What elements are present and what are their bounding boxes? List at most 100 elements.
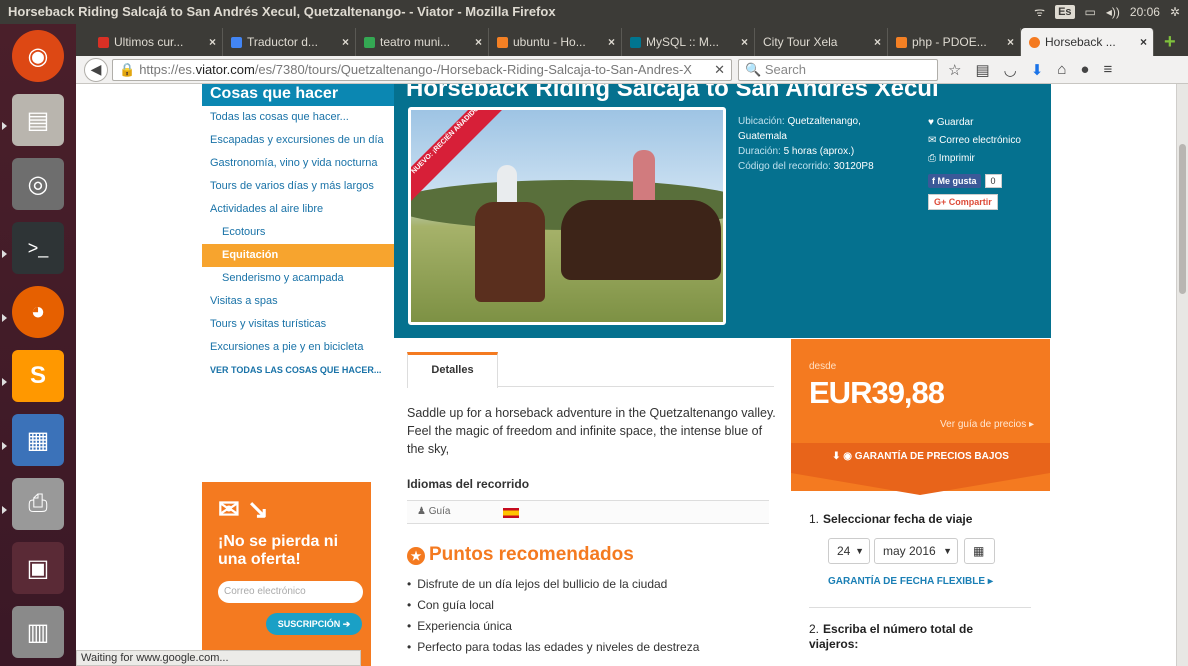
tab-traductor[interactable]: Traductor d... × bbox=[223, 28, 356, 56]
tab-teatro[interactable]: teatro muni... × bbox=[356, 28, 489, 56]
battery-icon[interactable]: ▭ bbox=[1085, 0, 1096, 24]
tour-photo[interactable]: NUEVO: ¡RECIÉN AÑADIDO! bbox=[408, 107, 726, 325]
pocket-icon[interactable]: ◡ bbox=[1004, 61, 1017, 79]
close-icon[interactable]: × bbox=[874, 28, 881, 56]
highlight-item: Con guía local bbox=[407, 595, 699, 616]
volume-icon[interactable]: ◂)) bbox=[1106, 0, 1120, 24]
navigation-bar: ◀ 🔒 https://es.viator.com/es/7380/tours/Q… bbox=[76, 56, 1188, 84]
save-link[interactable]: ♥ Guardar bbox=[928, 114, 1021, 132]
language-row: ♟ Guía bbox=[407, 500, 769, 524]
calendar-button[interactable]: ▦ bbox=[964, 538, 995, 564]
toolbar-icons: ☆ ▤ ◡ ⬇ ⌂ ● ≡ bbox=[948, 61, 1112, 79]
facebook-like-button[interactable]: f Me gusta bbox=[928, 174, 981, 188]
close-icon[interactable]: × bbox=[1007, 28, 1014, 56]
tab-label: City Tour Xela bbox=[763, 35, 838, 49]
location-label: Ubicación: bbox=[738, 116, 785, 127]
share-actions: ♥ Guardar ✉ Correo electrónico ⎙ Imprimi… bbox=[928, 114, 1021, 168]
tab-label: Traductor d... bbox=[247, 35, 318, 49]
step-label: Escriba el número total de viajeros: bbox=[809, 622, 974, 651]
arrow-icon: ↘ bbox=[247, 494, 269, 524]
stackoverflow-icon bbox=[896, 36, 907, 48]
tab-mysql[interactable]: MySQL :: M... × bbox=[622, 28, 755, 56]
wifi-icon[interactable]: ᯤ bbox=[1034, 0, 1045, 24]
month-select[interactable]: may 2016 ▼ bbox=[874, 538, 958, 564]
tab-php[interactable]: php - PDOE... × bbox=[888, 28, 1021, 56]
back-button[interactable]: ◀ bbox=[84, 57, 108, 82]
tab-ubuntu[interactable]: ubuntu - Ho... × bbox=[489, 28, 622, 56]
clock[interactable]: 20:06 bbox=[1130, 0, 1160, 24]
settings-icon[interactable]: ✲ bbox=[1170, 0, 1180, 24]
download-icon[interactable]: ⬇ bbox=[1031, 61, 1044, 79]
close-icon[interactable]: × bbox=[209, 28, 216, 56]
arrow-down-icon: ⬇ bbox=[832, 451, 841, 462]
firefox-icon[interactable]: ◕ bbox=[12, 286, 64, 338]
facebook-like: f Me gusta 0 bbox=[928, 174, 1002, 188]
mysql-icon bbox=[630, 36, 641, 48]
running-indicator bbox=[2, 506, 7, 514]
close-icon[interactable]: × bbox=[608, 28, 615, 56]
highlights-list: Disfrute de un día lejos del bullicio de… bbox=[407, 574, 699, 658]
trash-icon[interactable]: ▥ bbox=[12, 606, 64, 658]
page-title: Horseback Riding Salcajá to San Andrés X… bbox=[406, 84, 939, 102]
close-icon[interactable]: × bbox=[475, 28, 482, 56]
menu-icon[interactable]: ≡ bbox=[1103, 61, 1112, 79]
tab-details[interactable]: Detalles bbox=[407, 352, 498, 388]
price-from: desde bbox=[809, 361, 837, 372]
stop-icon[interactable]: ✕ bbox=[714, 60, 725, 80]
reading-list-icon[interactable]: ▤ bbox=[975, 61, 989, 79]
files-icon[interactable]: ▤ bbox=[12, 94, 64, 146]
url-bar[interactable]: 🔒 https://es.viator.com/es/7380/tours/Que… bbox=[112, 58, 732, 81]
email-link[interactable]: ✉ Correo electrónico bbox=[928, 132, 1021, 150]
writer-icon[interactable]: ▦ bbox=[12, 414, 64, 466]
camera-icon[interactable]: ◎ bbox=[12, 158, 64, 210]
guide-label: Guía bbox=[428, 506, 451, 517]
scrollbar-thumb[interactable] bbox=[1179, 144, 1186, 294]
photo-horse bbox=[475, 202, 545, 302]
print-icon: ⎙ bbox=[928, 153, 936, 164]
close-icon[interactable]: × bbox=[342, 28, 349, 56]
person-icon: ♟ bbox=[417, 506, 426, 517]
close-icon[interactable]: × bbox=[1140, 28, 1147, 56]
tab-horseback[interactable]: Horseback ... × bbox=[1021, 28, 1154, 56]
newsletter-email-input[interactable]: Correo electrónico bbox=[218, 581, 363, 603]
step-date: 1. Seleccionar fecha de viaje bbox=[809, 512, 972, 526]
tab-ultimos-cursos[interactable]: Ultimos cur... × bbox=[90, 28, 223, 56]
guarantee-icon: ◉ bbox=[843, 451, 853, 462]
os-top-bar: Horseback Riding Salcajá to San Andrés X… bbox=[0, 0, 1188, 24]
share-label: Compartir bbox=[948, 197, 992, 207]
chat-icon[interactable]: ● bbox=[1080, 61, 1089, 79]
terminal-icon[interactable]: >_ bbox=[12, 222, 64, 274]
save-label: Guardar bbox=[936, 117, 974, 128]
like-count: 0 bbox=[984, 174, 1002, 188]
google-plus-share-button[interactable]: G+ Compartir bbox=[928, 194, 998, 210]
tab-label: php - PDOE... bbox=[912, 35, 987, 49]
day-value: 24 bbox=[837, 544, 851, 558]
sublime-text-icon[interactable]: S bbox=[12, 350, 64, 402]
close-icon[interactable]: × bbox=[741, 28, 748, 56]
keyboard-layout[interactable]: Es bbox=[1055, 5, 1075, 19]
tab-city-tour[interactable]: City Tour Xela × bbox=[755, 28, 888, 56]
search-input[interactable]: 🔍 Search bbox=[738, 58, 938, 81]
price-guide-link[interactable]: Ver guía de precios ▸ bbox=[940, 419, 1034, 430]
bookmark-star-icon[interactable]: ☆ bbox=[948, 61, 961, 79]
ubuntu-dash-icon[interactable]: ◉ bbox=[12, 30, 64, 82]
tab-label: Horseback ... bbox=[1045, 35, 1116, 49]
home-icon[interactable]: ⌂ bbox=[1057, 61, 1066, 79]
new-tab-icon[interactable]: + bbox=[1154, 28, 1176, 56]
day-select[interactable]: 24 ▼ bbox=[828, 538, 870, 564]
highlight-item: Perfecto para todas las edades y niveles… bbox=[407, 637, 699, 658]
workspace-switcher-icon[interactable]: ▣ bbox=[12, 542, 64, 594]
url-path: /es/7380/tours/Quetzaltenango-/Horseback… bbox=[254, 61, 692, 77]
vertical-scrollbar[interactable] bbox=[1176, 84, 1188, 666]
lock-icon[interactable]: 🔒 bbox=[119, 62, 135, 77]
printer-icon[interactable]: ⎙ bbox=[12, 478, 64, 530]
subscribe-button[interactable]: SUSCRIPCIÓN ➔ bbox=[266, 613, 362, 635]
print-link[interactable]: ⎙ Imprimir bbox=[928, 150, 1021, 168]
hero-banner: Horseback Riding Salcajá to San Andrés X… bbox=[394, 84, 1051, 338]
price-guarantee-banner[interactable]: ⬇ ◉ GARANTÍA DE PRECIOS BAJOS bbox=[791, 443, 1050, 473]
running-indicator bbox=[2, 378, 7, 386]
url-domain: viator.com bbox=[195, 61, 255, 77]
tab-label: MySQL :: M... bbox=[646, 35, 719, 49]
flexible-date-link[interactable]: GARANTÍA DE FECHA FLEXIBLE ▸ bbox=[828, 576, 993, 587]
facebook-icon: f bbox=[932, 176, 935, 186]
